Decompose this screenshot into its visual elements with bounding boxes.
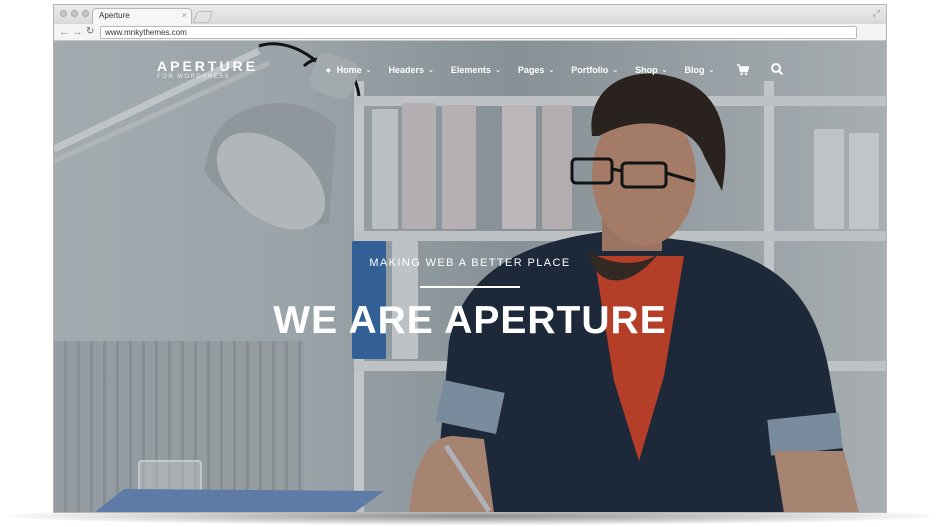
chevron-down-icon: ⌄ [428, 67, 434, 74]
url-input[interactable]: www.mnkythemes.com [100, 26, 857, 39]
hero-subtitle: MAKING WEB A BETTER PLACE [369, 257, 571, 269]
reload-icon[interactable]: ↻ [86, 25, 94, 39]
nav-item-home[interactable]: ◆ Home ⌄ [326, 65, 372, 75]
chevron-down-icon: ⌄ [708, 67, 715, 74]
hero-overlay [54, 41, 886, 512]
hero-title: WE ARE APERTURE [273, 299, 667, 342]
forward-arrow-icon[interactable]: → [72, 25, 83, 39]
close-icon[interactable]: × [182, 10, 187, 20]
search-icon[interactable] [770, 62, 784, 76]
main-navigation: ◆ Home ⌄ Headers ⌄ Elements ⌄ Pages ⌄ Po… [326, 65, 731, 75]
nav-label: Portfolio [571, 65, 609, 75]
fullscreen-icon[interactable]: ⤢ [873, 8, 880, 19]
address-bar: ← → ↻ www.mnkythemes.com [54, 24, 886, 41]
chevron-down-icon: ⌄ [548, 67, 555, 74]
window-controls [60, 10, 89, 17]
logo-tagline: FOR WORDPRESS [157, 74, 231, 80]
new-tab-button[interactable] [192, 11, 214, 23]
chevron-down-icon: ⌄ [661, 67, 668, 74]
nav-item-pages[interactable]: Pages ⌄ [518, 65, 554, 75]
nav-label: Shop [635, 65, 658, 75]
nav-item-elements[interactable]: Elements ⌄ [451, 65, 501, 75]
nav-label: Elements [450, 65, 491, 75]
active-indicator-icon: ◆ [326, 67, 331, 74]
site-logo[interactable]: APERTURE FOR WORDPRESS [157, 59, 258, 80]
nav-label: Home [336, 65, 362, 75]
page-viewport: APERTURE FOR WORDPRESS ◆ Home ⌄ Headers … [54, 41, 886, 512]
nav-item-blog[interactable]: Blog ⌄ [684, 65, 714, 75]
nav-item-shop[interactable]: Shop ⌄ [635, 65, 667, 75]
tab-bar: Aperture × ⤢ [54, 5, 886, 24]
browser-window: Aperture × ⤢ ← → ↻ www.mnkythemes.com AP… [53, 4, 887, 513]
nav-item-headers[interactable]: Headers ⌄ [389, 65, 434, 75]
tab-title: Aperture [99, 11, 130, 20]
nav-label: Pages [517, 65, 545, 75]
back-arrow-icon[interactable]: ← [59, 25, 70, 39]
hero-divider [420, 286, 520, 288]
chevron-down-icon: ⌄ [365, 67, 372, 74]
cart-icon[interactable] [737, 64, 749, 76]
url-text: www.mnkythemes.com [105, 28, 187, 37]
chevron-down-icon: ⌄ [612, 67, 619, 74]
maximize-window-button[interactable] [82, 10, 89, 17]
nav-label: Headers [388, 65, 425, 75]
close-window-button[interactable] [60, 10, 67, 17]
browser-tab[interactable]: Aperture × [92, 8, 192, 24]
nav-label: Blog [684, 65, 705, 75]
minimize-window-button[interactable] [71, 10, 78, 17]
chevron-down-icon: ⌄ [494, 67, 501, 74]
logo-name: APERTURE [157, 58, 259, 74]
nav-item-portfolio[interactable]: Portfolio ⌄ [571, 65, 618, 75]
